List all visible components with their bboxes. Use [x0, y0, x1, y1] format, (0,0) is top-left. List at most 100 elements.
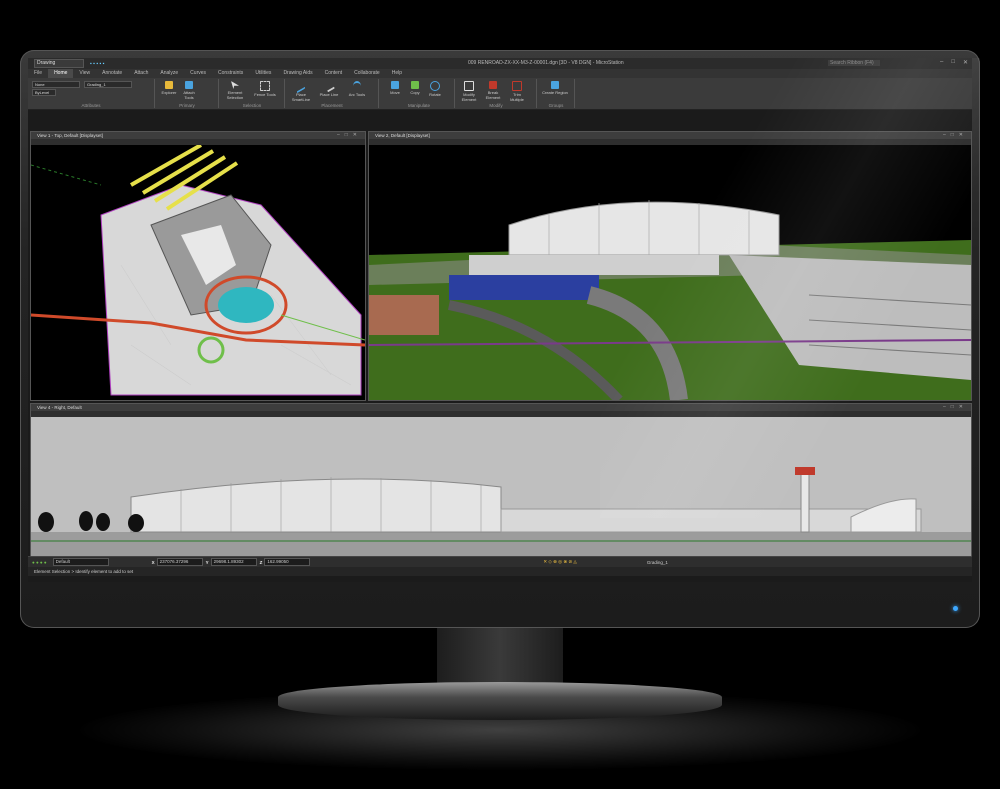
copy-label: Copy — [410, 90, 420, 95]
trim-multiple-label: Trim Multiple — [510, 92, 524, 102]
tab-view[interactable]: View — [73, 69, 96, 78]
group-label-modify: Modify — [489, 103, 503, 108]
element-selection-label: Element Selection — [226, 90, 244, 100]
y-axis-label: Y — [205, 559, 209, 565]
view-4-right[interactable]: View 4 - Right, Default –□✕ — [30, 403, 972, 557]
grid-guide — [31, 164, 102, 186]
attach-icon — [185, 81, 193, 89]
ribbon-group-attributes: None Grading_1 ByLevel Attributes — [28, 79, 155, 108]
airport-3d-model — [369, 145, 971, 400]
group-label-attributes: Attributes — [81, 103, 101, 108]
view-1-window-controls[interactable]: –□✕ — [337, 132, 362, 138]
ribbon-group-placement: Place SmartLine Place Line Arc Tools Pla… — [286, 78, 379, 108]
group-label-manipulate: Manipulate — [407, 103, 430, 108]
minimize-icon[interactable]: – — [940, 59, 943, 66]
view-1-title: View 1 - Top, Default [Displayset] — [31, 132, 365, 139]
blue-roof-building — [449, 275, 599, 300]
power-led-icon — [953, 606, 958, 611]
ribbon-group-primary: Explorer Attach Tools Primary — [156, 79, 219, 108]
weight-select[interactable]: ByLevel — [32, 89, 56, 96]
maximize-icon[interactable]: □ — [951, 59, 955, 66]
trim-icon — [512, 81, 522, 91]
roundabout-pool — [218, 287, 274, 323]
x-axis-label: X — [151, 559, 155, 565]
concourse-block — [469, 255, 719, 275]
tab-drawing-aids[interactable]: Drawing Aids — [277, 69, 318, 78]
view-4-window-controls[interactable]: –□✕ — [943, 404, 968, 410]
tab-home[interactable]: Home — [48, 69, 74, 78]
tab-analyze[interactable]: Analyze — [154, 69, 184, 78]
trim-multiple-button[interactable]: Trim Multiple — [506, 81, 528, 102]
tab-help[interactable]: Help — [386, 69, 408, 78]
z-axis-label: Z — [259, 559, 263, 565]
region-icon — [551, 81, 559, 89]
attach-tools-button[interactable]: Attach Tools — [180, 81, 198, 100]
group-label-primary: Primary — [179, 103, 195, 108]
create-region-button[interactable]: Create Region — [542, 81, 568, 95]
site-plan-drawing — [31, 143, 365, 396]
place-smartline-label: Place SmartLine — [291, 92, 311, 102]
place-smartline-button[interactable]: Place SmartLine — [288, 78, 314, 102]
break-element-button[interactable]: Break Element — [482, 81, 504, 100]
rotate-label: Rotate — [429, 92, 441, 97]
view-1-canvas[interactable] — [31, 143, 365, 400]
tab-annotate[interactable]: Annotate — [96, 69, 128, 78]
view-1-top[interactable]: View 1 - Top, Default [Displayset] –□✕ — [30, 131, 366, 401]
view-2-perspective[interactable]: View 2, Default [Displayset] –□✕ — [368, 131, 972, 401]
close-icon[interactable]: ✕ — [963, 59, 968, 66]
view-4-canvas[interactable] — [31, 417, 971, 556]
terminal-elevation — [130, 478, 502, 533]
ribbon-group-modify: Modify Element Break Element Trim Multip… — [456, 79, 537, 108]
monitor-stand-neck — [437, 628, 563, 684]
arc-icon — [353, 81, 361, 91]
y-coordinate-field[interactable]: 29698.1.89302 — [210, 558, 257, 566]
template-select[interactable]: Grading_1 — [84, 81, 132, 88]
tab-collaborate[interactable]: Collaborate — [348, 69, 386, 78]
arc-tools-label: Arc Tools — [348, 92, 366, 97]
level-select[interactable]: None — [32, 81, 80, 88]
attach-label: Attach Tools — [183, 90, 195, 100]
element-selection-button[interactable]: Element Selection — [222, 81, 248, 100]
move-button[interactable]: Move — [386, 81, 404, 95]
rotate-button[interactable]: Rotate — [426, 81, 444, 97]
ribbon-tabs: File Home View Annotate Attach Analyze C… — [28, 69, 972, 78]
view-style-select[interactable]: Default — [52, 558, 109, 566]
tab-constraints[interactable]: Constraints — [212, 69, 249, 78]
break-element-label: Break Element — [485, 90, 501, 100]
tab-curves[interactable]: Curves — [184, 69, 212, 78]
control-tower — [800, 471, 810, 533]
create-region-label: Create Region — [542, 90, 568, 95]
workflow-select[interactable]: Drawing — [34, 59, 84, 68]
arc-tools-button[interactable]: Arc Tools — [344, 81, 370, 97]
fence-tools-button[interactable]: Fence Tools — [252, 81, 278, 97]
window-title: 009 RENROAD-ZX-XX-M3-Z-00001.dgn [3D - V… — [468, 60, 624, 66]
view-4-title: View 4 - Right, Default — [31, 404, 971, 411]
view-2-title: View 2, Default [Displayset] — [369, 132, 971, 139]
copy-button[interactable]: Copy — [406, 81, 424, 95]
move-icon — [391, 81, 399, 89]
snap-icons[interactable]: ✕ ◇ ⊕ ◎ ⊗ ⊘ ◬ — [543, 559, 576, 565]
modify-element-label: Modify Element — [461, 92, 477, 102]
tab-utilities[interactable]: Utilities — [249, 69, 277, 78]
active-level-display: Grading_1 — [646, 559, 668, 565]
view-2-window-controls[interactable]: –□✕ — [943, 132, 968, 138]
tower-cab — [795, 467, 815, 475]
save-icon[interactable]: ▪ ▪ ▪ ▪ ▪ — [90, 61, 104, 67]
tab-content[interactable]: Content — [319, 69, 349, 78]
place-line-button[interactable]: Place Line — [316, 79, 342, 97]
modify-element-button[interactable]: Modify Element — [458, 81, 480, 102]
monitor-stand-base — [278, 682, 722, 720]
window-controls: – □ ✕ — [940, 59, 968, 66]
fence-label: Fence Tools — [254, 92, 276, 97]
tab-attach[interactable]: Attach — [128, 69, 154, 78]
x-coordinate-field[interactable]: 237076.37296 — [156, 558, 203, 566]
z-coordinate-field[interactable]: 162.99050 — [264, 558, 311, 566]
ribbon-search-input[interactable]: Search Ribbon (F4) — [828, 60, 880, 66]
explorer-button[interactable]: Explorer — [160, 81, 178, 95]
tab-file[interactable]: File — [28, 69, 48, 78]
view-2-canvas[interactable] — [369, 145, 971, 400]
status-icons[interactable]: ● ● ● ● — [32, 560, 47, 565]
group-label-selection: Selection — [242, 103, 262, 108]
ribbon-group-selection: Element Selection Fence Tools Selection — [220, 79, 285, 108]
explorer-icon — [165, 81, 173, 89]
